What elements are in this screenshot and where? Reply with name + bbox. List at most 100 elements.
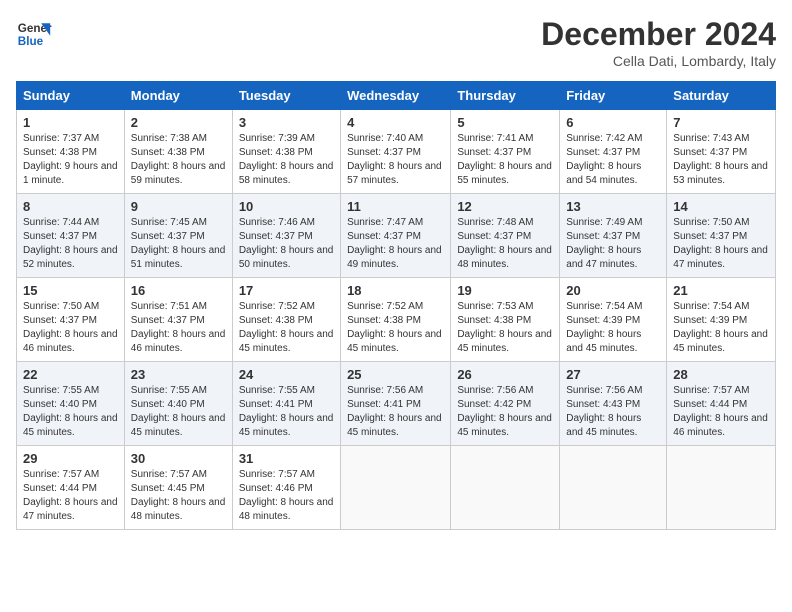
- day-number: 7: [673, 115, 769, 130]
- calendar-week-row: 15 Sunrise: 7:50 AMSunset: 4:37 PMDayligh…: [17, 278, 776, 362]
- day-info: Sunrise: 7:48 AMSunset: 4:37 PMDaylight:…: [457, 216, 553, 272]
- day-info: Sunrise: 7:57 AMSunset: 4:45 PMDaylight:…: [131, 468, 226, 524]
- calendar-cell: 26 Sunrise: 7:56 AMSunset: 4:42 PMDayligh…: [451, 362, 560, 446]
- day-info: Sunrise: 7:55 AMSunset: 4:40 PMDaylight:…: [23, 384, 118, 440]
- day-info: Sunrise: 7:57 AMSunset: 4:44 PMDaylight:…: [673, 384, 769, 440]
- day-info: Sunrise: 7:39 AMSunset: 4:38 PMDaylight:…: [239, 132, 334, 188]
- title-block: December 2024 Cella Dati, Lombardy, Ital…: [541, 16, 776, 69]
- day-number: 27: [566, 367, 660, 382]
- day-number: 14: [673, 199, 769, 214]
- day-info: Sunrise: 7:54 AMSunset: 4:39 PMDaylight:…: [566, 300, 660, 356]
- day-info: Sunrise: 7:54 AMSunset: 4:39 PMDaylight:…: [673, 300, 769, 356]
- day-number: 2: [131, 115, 226, 130]
- day-number: 21: [673, 283, 769, 298]
- day-info: Sunrise: 7:43 AMSunset: 4:37 PMDaylight:…: [673, 132, 769, 188]
- calendar-cell: 20Sunrise: 7:54 AMSunset: 4:39 PMDayligh…: [560, 278, 667, 362]
- day-number: 3: [239, 115, 334, 130]
- day-info: Sunrise: 7:41 AMSunset: 4:37 PMDaylight:…: [457, 132, 553, 188]
- day-number: 29: [23, 451, 118, 466]
- day-info: Sunrise: 7:50 AMSunset: 4:37 PMDaylight:…: [23, 300, 118, 356]
- calendar-cell: 4Sunrise: 7:40 AMSunset: 4:37 PMDaylight…: [341, 110, 451, 194]
- day-info: Sunrise: 7:40 AMSunset: 4:37 PMDaylight:…: [347, 132, 444, 188]
- day-info: Sunrise: 7:52 AMSunset: 4:38 PMDaylight:…: [347, 300, 444, 356]
- day-number: 23: [131, 367, 226, 382]
- day-number: 11: [347, 199, 444, 214]
- calendar-cell: 29 Sunrise: 7:57 AMSunset: 4:44 PMDayligh…: [17, 446, 125, 530]
- day-of-week-header: Saturday: [667, 82, 776, 110]
- calendar-table: SundayMondayTuesdayWednesdayThursdayFrid…: [16, 81, 776, 530]
- calendar-cell: 10 Sunrise: 7:46 AMSunset: 4:37 PMDayligh…: [232, 194, 340, 278]
- calendar-cell: 9Sunrise: 7:45 AMSunset: 4:37 PMDaylight…: [124, 194, 232, 278]
- day-info: Sunrise: 7:49 AMSunset: 4:37 PMDaylight:…: [566, 216, 660, 272]
- day-info: Sunrise: 7:37 AMSunset: 4:38 PMDaylight:…: [23, 132, 118, 188]
- calendar-cell: 27 Sunrise: 7:56 AMSunset: 4:43 PMDayligh…: [560, 362, 667, 446]
- day-info: Sunrise: 7:55 AMSunset: 4:41 PMDaylight:…: [239, 384, 334, 440]
- day-info: Sunrise: 7:42 AMSunset: 4:37 PMDaylight:…: [566, 132, 660, 188]
- day-number: 28: [673, 367, 769, 382]
- calendar-cell: 19 Sunrise: 7:53 AMSunset: 4:38 PMDayligh…: [451, 278, 560, 362]
- day-number: 10: [239, 199, 334, 214]
- calendar-cell: 8 Sunrise: 7:44 AMSunset: 4:37 PMDaylight…: [17, 194, 125, 278]
- day-info: Sunrise: 7:55 AMSunset: 4:40 PMDaylight:…: [131, 384, 226, 440]
- day-number: 12: [457, 199, 553, 214]
- day-number: 31: [239, 451, 334, 466]
- day-number: 5: [457, 115, 553, 130]
- day-info: Sunrise: 7:53 AMSunset: 4:38 PMDaylight:…: [457, 300, 553, 356]
- calendar-cell: 5 Sunrise: 7:41 AMSunset: 4:37 PMDaylight…: [451, 110, 560, 194]
- svg-text:Blue: Blue: [18, 35, 44, 48]
- day-number: 19: [457, 283, 553, 298]
- day-number: 9: [131, 199, 226, 214]
- day-info: Sunrise: 7:57 AMSunset: 4:44 PMDaylight:…: [23, 468, 118, 524]
- calendar-cell: [667, 446, 776, 530]
- calendar-week-row: 29 Sunrise: 7:57 AMSunset: 4:44 PMDayligh…: [17, 446, 776, 530]
- day-number: 22: [23, 367, 118, 382]
- calendar-header-row: SundayMondayTuesdayWednesdayThursdayFrid…: [17, 82, 776, 110]
- day-info: Sunrise: 7:52 AMSunset: 4:38 PMDaylight:…: [239, 300, 334, 356]
- calendar-cell: 21 Sunrise: 7:54 AMSunset: 4:39 PMDayligh…: [667, 278, 776, 362]
- day-number: 13: [566, 199, 660, 214]
- day-number: 6: [566, 115, 660, 130]
- calendar-cell: 3 Sunrise: 7:39 AMSunset: 4:38 PMDaylight…: [232, 110, 340, 194]
- calendar-cell: [341, 446, 451, 530]
- calendar-cell: 23 Sunrise: 7:55 AMSunset: 4:40 PMDayligh…: [124, 362, 232, 446]
- calendar-week-row: 8 Sunrise: 7:44 AMSunset: 4:37 PMDaylight…: [17, 194, 776, 278]
- calendar-week-row: 22 Sunrise: 7:55 AMSunset: 4:40 PMDayligh…: [17, 362, 776, 446]
- day-number: 8: [23, 199, 118, 214]
- day-info: Sunrise: 7:44 AMSunset: 4:37 PMDaylight:…: [23, 216, 118, 272]
- day-of-week-header: Wednesday: [341, 82, 451, 110]
- day-number: 17: [239, 283, 334, 298]
- day-number: 15: [23, 283, 118, 298]
- calendar-cell: 25Sunrise: 7:56 AMSunset: 4:41 PMDayligh…: [341, 362, 451, 446]
- calendar-cell: 17 Sunrise: 7:52 AMSunset: 4:38 PMDayligh…: [232, 278, 340, 362]
- day-of-week-header: Friday: [560, 82, 667, 110]
- calendar-cell: 12 Sunrise: 7:48 AMSunset: 4:37 PMDayligh…: [451, 194, 560, 278]
- calendar-cell: 6 Sunrise: 7:42 AMSunset: 4:37 PMDaylight…: [560, 110, 667, 194]
- calendar-cell: 1 Sunrise: 7:37 AMSunset: 4:38 PMDaylight…: [17, 110, 125, 194]
- location-subtitle: Cella Dati, Lombardy, Italy: [541, 53, 776, 69]
- month-title: December 2024: [541, 16, 776, 53]
- day-info: Sunrise: 7:56 AMSunset: 4:42 PMDaylight:…: [457, 384, 553, 440]
- day-number: 24: [239, 367, 334, 382]
- calendar-week-row: 1 Sunrise: 7:37 AMSunset: 4:38 PMDaylight…: [17, 110, 776, 194]
- day-info: Sunrise: 7:50 AMSunset: 4:37 PMDaylight:…: [673, 216, 769, 272]
- calendar-cell: 7 Sunrise: 7:43 AMSunset: 4:37 PMDaylight…: [667, 110, 776, 194]
- day-number: 26: [457, 367, 553, 382]
- day-of-week-header: Tuesday: [232, 82, 340, 110]
- calendar-cell: 15 Sunrise: 7:50 AMSunset: 4:37 PMDayligh…: [17, 278, 125, 362]
- calendar-cell: 11Sunrise: 7:47 AMSunset: 4:37 PMDayligh…: [341, 194, 451, 278]
- calendar-cell: 24 Sunrise: 7:55 AMSunset: 4:41 PMDayligh…: [232, 362, 340, 446]
- day-info: Sunrise: 7:57 AMSunset: 4:46 PMDaylight:…: [239, 468, 334, 524]
- day-info: Sunrise: 7:46 AMSunset: 4:37 PMDaylight:…: [239, 216, 334, 272]
- calendar-cell: 30 Sunrise: 7:57 AMSunset: 4:45 PMDayligh…: [124, 446, 232, 530]
- calendar-cell: 13 Sunrise: 7:49 AMSunset: 4:37 PMDayligh…: [560, 194, 667, 278]
- calendar-cell: 18 Sunrise: 7:52 AMSunset: 4:38 PMDayligh…: [341, 278, 451, 362]
- day-of-week-header: Sunday: [17, 82, 125, 110]
- calendar-cell: 16Sunrise: 7:51 AMSunset: 4:37 PMDayligh…: [124, 278, 232, 362]
- day-number: 1: [23, 115, 118, 130]
- day-number: 18: [347, 283, 444, 298]
- day-number: 30: [131, 451, 226, 466]
- calendar-cell: 22 Sunrise: 7:55 AMSunset: 4:40 PMDayligh…: [17, 362, 125, 446]
- day-number: 16: [131, 283, 226, 298]
- day-info: Sunrise: 7:56 AMSunset: 4:41 PMDaylight:…: [347, 384, 444, 440]
- day-info: Sunrise: 7:56 AMSunset: 4:43 PMDaylight:…: [566, 384, 660, 440]
